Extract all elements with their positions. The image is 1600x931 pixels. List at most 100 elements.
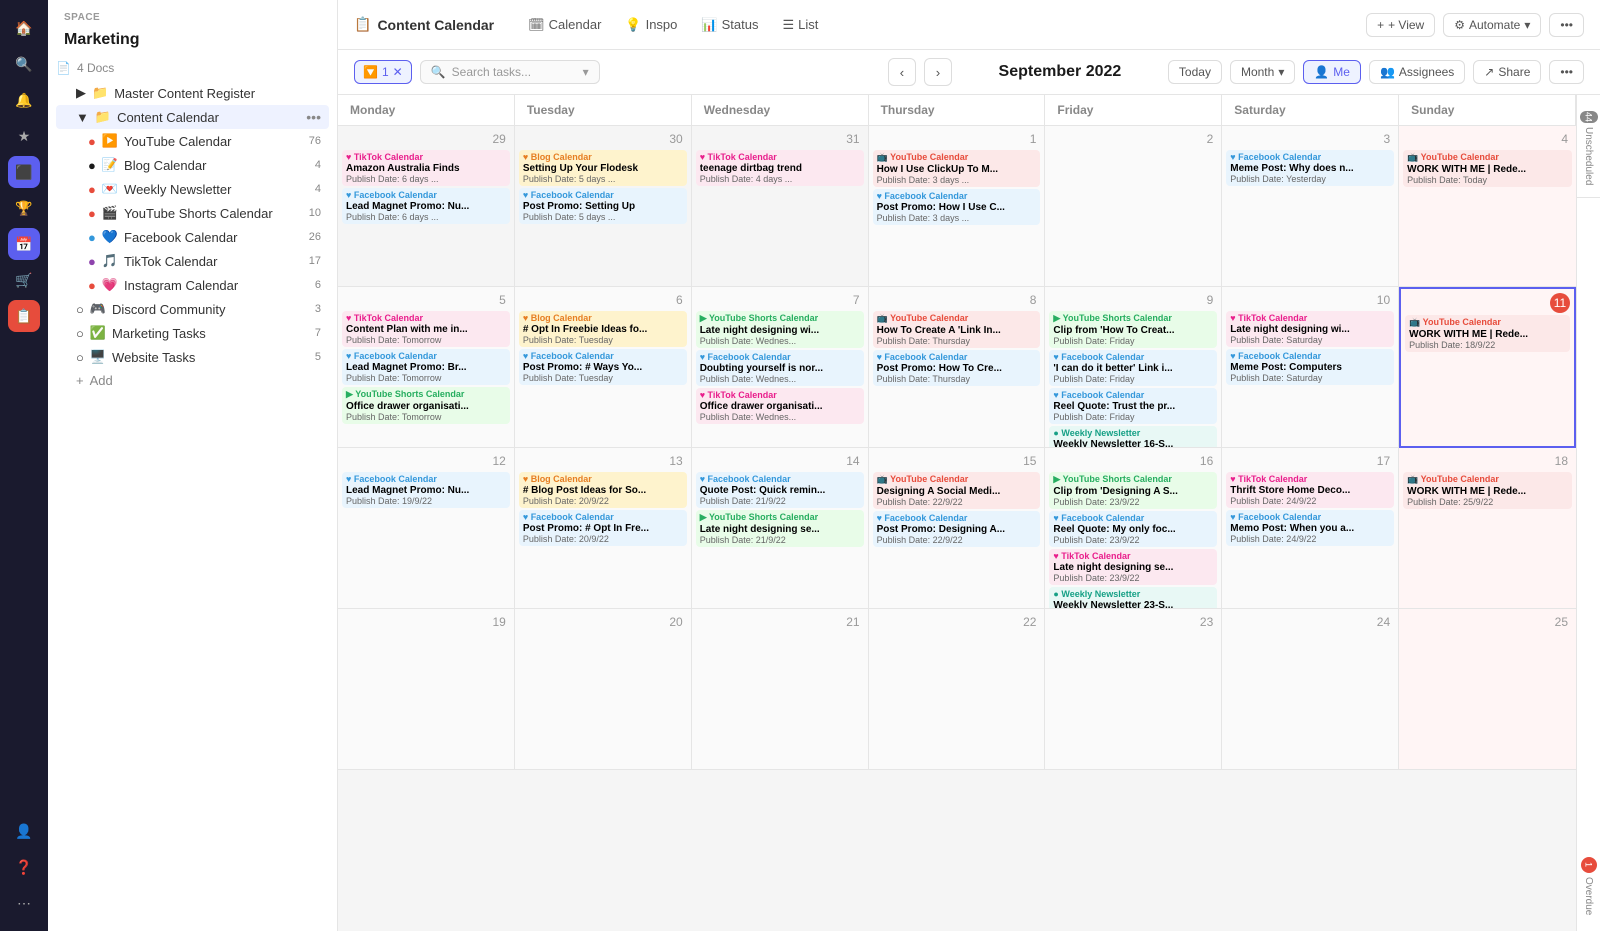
cal-event[interactable]: ♥ Facebook Calendar Lead Magnet Promo: B… <box>342 349 510 385</box>
cal-event[interactable]: ♥ Facebook Calendar 'I can do it better'… <box>1049 350 1217 386</box>
cal-event[interactable]: ▶ YouTube Shorts Calendar Late night des… <box>696 510 864 547</box>
favorites-icon[interactable]: ★ <box>8 120 40 152</box>
event-title: WORK WITH ME | Rede... <box>1407 486 1568 497</box>
next-month-button[interactable]: › <box>924 58 952 86</box>
sidebar-item-facebook-calendar[interactable]: ● 💙 Facebook Calendar 26 <box>56 225 329 249</box>
cal-event[interactable]: ♥ Facebook Calendar Meme Post: Why does … <box>1226 150 1394 186</box>
cal-event[interactable]: ♥ Facebook Calendar Doubting yourself is… <box>696 350 864 386</box>
cal-event[interactable]: ♥ Facebook Calendar Post Promo: Setting … <box>519 188 687 224</box>
overdue-panel[interactable]: 1 Overdue <box>1581 849 1597 923</box>
add-item-button[interactable]: + Add <box>56 369 329 392</box>
cal-event[interactable]: ♥ Blog Calendar # Opt In Freebie Ideas f… <box>519 311 687 347</box>
unscheduled-count: 44 <box>1580 111 1598 123</box>
cal-event[interactable]: ♥ Facebook Calendar Memo Post: When you … <box>1226 510 1394 546</box>
notifications-icon[interactable]: 🔔 <box>8 84 40 116</box>
more-icon[interactable]: ⋯ <box>8 887 40 919</box>
sidebar-item-website-tasks[interactable]: ○ 🖥️ Website Tasks 5 <box>56 345 329 369</box>
search-box[interactable]: 🔍 Search tasks... ▾ <box>420 60 600 84</box>
cal-event[interactable]: ♥ TikTok Calendar Late night designing s… <box>1049 549 1217 585</box>
cal-event[interactable]: ♥ TikTok Calendar teenage dirtbag trend … <box>696 150 864 186</box>
prev-month-button[interactable]: ‹ <box>888 58 916 86</box>
sidebar-item-instagram-calendar[interactable]: ● 💗 Instagram Calendar 6 <box>56 273 329 297</box>
cell-date: 10 <box>1373 291 1394 309</box>
share-button[interactable]: ↗ Share <box>1473 60 1541 84</box>
cal-event[interactable]: ♥ Facebook Calendar Quote Post: Quick re… <box>696 472 864 508</box>
event-title: Late night designing wi... <box>1230 324 1390 335</box>
close-icon[interactable]: ✕ <box>393 65 403 79</box>
unscheduled-panel[interactable]: 44 Unscheduled <box>1580 103 1598 193</box>
event-label: ♥ Facebook Calendar <box>1053 390 1213 400</box>
cal-event[interactable]: 📺 YouTube Calendar WORK WITH ME | Rede..… <box>1403 150 1572 187</box>
more-options-button[interactable]: ••• <box>1549 13 1584 37</box>
filter-button[interactable]: 🔽 1 ✕ <box>354 60 412 84</box>
tab-status[interactable]: 📊 Status <box>691 12 768 38</box>
tab-inspo[interactable]: 💡 Inspo <box>615 12 687 38</box>
more-dots-icon[interactable]: ••• <box>306 109 321 125</box>
cal-event[interactable]: ♥ TikTok Calendar Amazon Australia Finds… <box>342 150 510 186</box>
cal-event[interactable]: ♥ Facebook Calendar Post Promo: # Ways Y… <box>519 349 687 385</box>
cal-event[interactable]: ● Weekly Newsletter Weekly Newsletter 23… <box>1049 587 1217 609</box>
automate-button[interactable]: ⚙ Automate ▾ <box>1443 13 1541 37</box>
event-date: Publish Date: Tuesday <box>523 373 683 383</box>
cal-event[interactable]: 📺 YouTube Calendar WORK WITH ME | Rede..… <box>1403 472 1572 509</box>
cal-event[interactable]: ♥ Facebook Calendar Reel Quote: Trust th… <box>1049 388 1217 424</box>
cal-event[interactable]: ♥ Facebook Calendar Lead Magnet Promo: N… <box>342 472 510 508</box>
cal-event[interactable]: ♥ TikTok Calendar Office drawer organisa… <box>696 388 864 424</box>
shop-icon[interactable]: 🛒 <box>8 264 40 296</box>
cal-event[interactable]: ▶ YouTube Shorts Calendar Late night des… <box>696 311 864 348</box>
add-view-button[interactable]: + + View <box>1366 13 1435 37</box>
sidebar-item-youtube-calendar[interactable]: ● ▶️ YouTube Calendar 76 <box>56 129 329 153</box>
cal-event[interactable]: 📺 YouTube Calendar WORK WITH ME | Rede..… <box>1405 315 1570 352</box>
cal-event[interactable]: 📺 YouTube Calendar Designing A Social Me… <box>873 472 1041 509</box>
cell-date: 9 <box>1203 291 1218 309</box>
cal-event[interactable]: ♥ Facebook Calendar Post Promo: # Opt In… <box>519 510 687 546</box>
cal-event[interactable]: ▶ YouTube Shorts Calendar Clip from 'How… <box>1049 311 1217 348</box>
event-label: 📺 YouTube Calendar <box>1407 152 1568 163</box>
spaces-icon[interactable]: ⬛ <box>8 156 40 188</box>
sidebar-item-blog-calendar[interactable]: ● 📝 Blog Calendar 4 <box>56 153 329 177</box>
tab-list[interactable]: ☰ List <box>772 12 828 38</box>
cal-event[interactable]: ♥ Facebook Calendar Reel Quote: My only … <box>1049 511 1217 547</box>
cal-event[interactable]: ♥ Facebook Calendar Meme Post: Computers… <box>1226 349 1394 385</box>
docs-icon[interactable]: 📋 <box>8 300 40 332</box>
tab-calendar[interactable]: 🗓 Calendar <box>518 12 611 38</box>
event-title: Post Promo: Designing A... <box>877 524 1037 535</box>
sidebar-item-discord[interactable]: ○ 🎮 Discord Community 3 <box>56 297 329 321</box>
sidebar-item-content-calendar[interactable]: ▼ 📁 Content Calendar ••• <box>56 105 329 129</box>
cal-event[interactable]: ♥ TikTok Calendar Content Plan with me i… <box>342 311 510 347</box>
cal-event[interactable]: ♥ Facebook Calendar Post Promo: How To C… <box>873 350 1041 386</box>
sidebar-item-master-content[interactable]: ▶ 📁 Master Content Register <box>56 81 329 105</box>
cal-event[interactable]: ▶ YouTube Shorts Calendar Clip from 'Des… <box>1049 472 1217 509</box>
home-icon[interactable]: 🏠 <box>8 12 40 44</box>
cal-event[interactable]: ▶ YouTube Shorts Calendar Office drawer … <box>342 387 510 424</box>
today-button[interactable]: Today <box>1168 60 1222 84</box>
goals-icon[interactable]: 🏆 <box>8 192 40 224</box>
cal-event[interactable]: ● Weekly Newsletter Weekly Newsletter 16… <box>1049 426 1217 448</box>
calendar-icon[interactable]: 📅 <box>8 228 40 260</box>
docs-link[interactable]: 📄 4 Docs <box>48 57 337 79</box>
event-date: Publish Date: Saturday <box>1230 335 1390 345</box>
month-view-button[interactable]: Month ▾ <box>1230 60 1295 84</box>
add-label: Add <box>90 373 113 388</box>
me-filter-button[interactable]: 👤 Me <box>1303 60 1361 84</box>
cal-event[interactable]: ♥ Blog Calendar # Blog Post Ideas for So… <box>519 472 687 508</box>
sidebar-item-marketing-tasks[interactable]: ○ ✅ Marketing Tasks 7 <box>56 321 329 345</box>
cal-event[interactable]: ♥ Blog Calendar Setting Up Your Flodesk … <box>519 150 687 186</box>
cal-event[interactable]: ♥ Facebook Calendar Post Promo: How I Us… <box>873 189 1041 225</box>
cal-event[interactable]: ♥ Facebook Calendar Lead Magnet Promo: N… <box>342 188 510 224</box>
cal-event[interactable]: ♥ TikTok Calendar Thrift Store Home Deco… <box>1226 472 1394 508</box>
cal-event[interactable]: 📺 YouTube Calendar How To Create A 'Link… <box>873 311 1041 348</box>
calendar-more-button[interactable]: ••• <box>1549 60 1584 84</box>
assignees-button[interactable]: 👥 Assignees <box>1369 60 1465 84</box>
help-icon[interactable]: ❓ <box>8 851 40 883</box>
search-icon[interactable]: 🔍 <box>8 48 40 80</box>
sidebar-item-weekly-newsletter[interactable]: ● 💌 Weekly Newsletter 4 <box>56 177 329 201</box>
cal-cell-sep11: 11 📺 YouTube Calendar WORK WITH ME | Red… <box>1399 287 1576 448</box>
cal-cell-sep3: 3 ♥ Facebook Calendar Meme Post: Why doe… <box>1222 126 1399 287</box>
cal-event[interactable]: ♥ TikTok Calendar Late night designing w… <box>1226 311 1394 347</box>
invite-icon[interactable]: 👤 <box>8 815 40 847</box>
cal-event[interactable]: ♥ Facebook Calendar Post Promo: Designin… <box>873 511 1041 547</box>
sidebar-item-youtube-shorts[interactable]: ● 🎬 YouTube Shorts Calendar 10 <box>56 201 329 225</box>
sidebar-item-tiktok-calendar[interactable]: ● 🎵 TikTok Calendar 17 <box>56 249 329 273</box>
cal-event[interactable]: 📺 YouTube Calendar How I Use ClickUp To … <box>873 150 1041 187</box>
